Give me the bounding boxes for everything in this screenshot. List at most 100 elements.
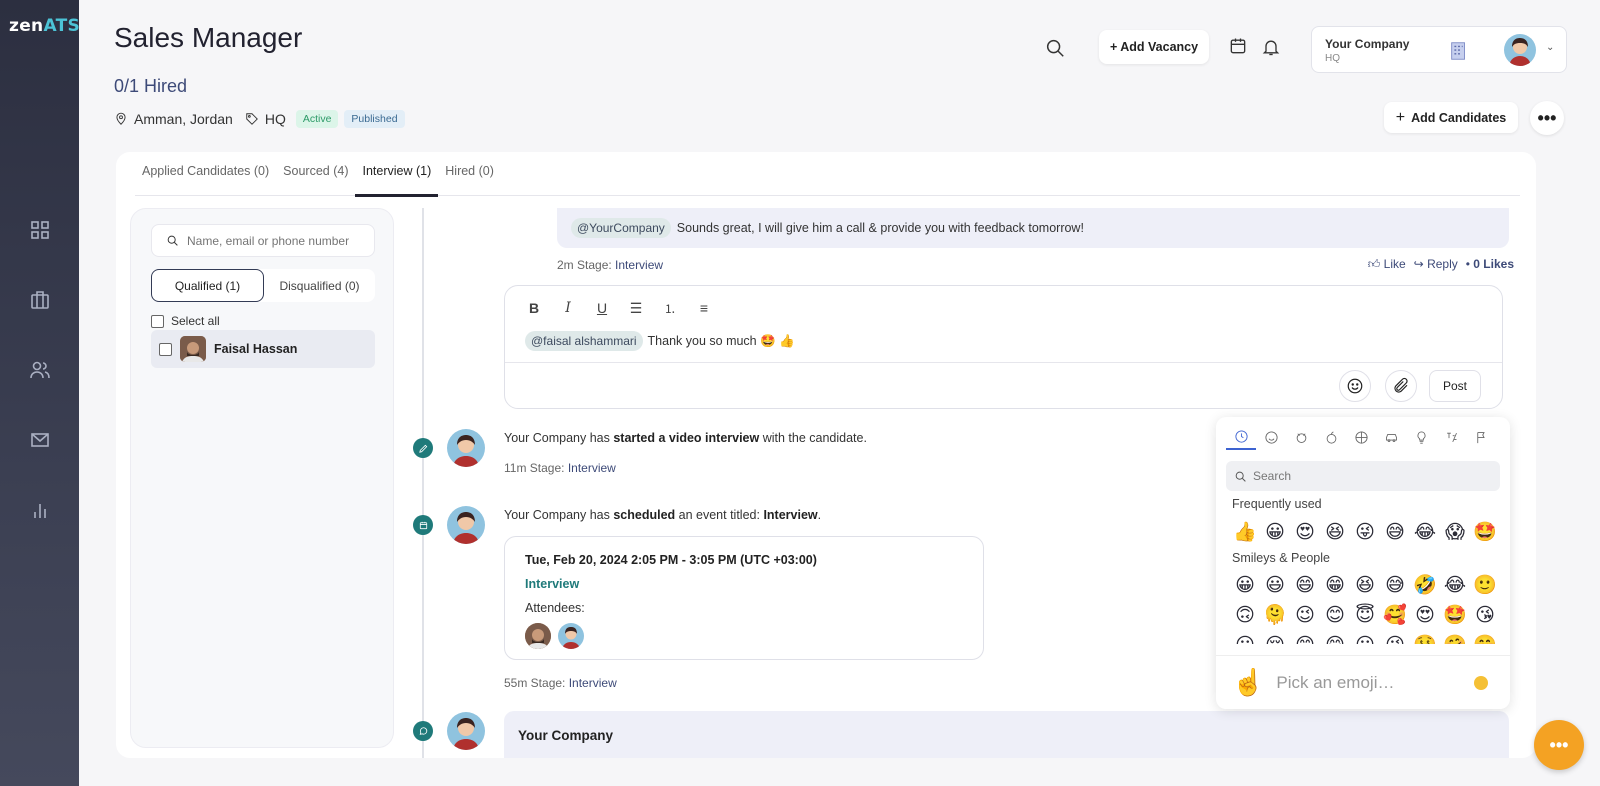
select-all-checkbox[interactable] (151, 314, 164, 328)
emoji-preview: ☝️ Pick an emoji… (1216, 655, 1510, 709)
emoji-option[interactable]: 🤩 (1440, 604, 1470, 626)
underline-icon[interactable]: U (593, 300, 611, 317)
emoji-option[interactable]: 🤣 (1410, 574, 1440, 596)
emoji-option[interactable]: 👍 (1230, 521, 1260, 543)
emoji-option[interactable]: 😇 (1350, 604, 1380, 626)
mail-icon[interactable] (28, 428, 52, 452)
candidate-search[interactable] (151, 224, 375, 257)
qualified-tab[interactable]: Qualified (1) (151, 269, 264, 302)
chat-fab-button[interactable]: ••• (1534, 720, 1584, 770)
tab-applied[interactable]: Applied Candidates (0) (135, 152, 276, 196)
briefcase-icon[interactable] (28, 288, 52, 312)
editor-mention[interactable]: @faisal alshammari (525, 331, 643, 351)
emoji-option[interactable]: 🤩 (1470, 521, 1500, 543)
event-schedule-meta: 55m Stage: Interview (504, 676, 617, 690)
emoji-option[interactable]: 😋 (1320, 634, 1350, 644)
emoji-option[interactable]: 😉 (1290, 604, 1320, 626)
emoji-option[interactable]: 😅 (1380, 521, 1410, 543)
lightbulb-icon[interactable] (1406, 424, 1436, 450)
tab-hired[interactable]: Hired (0) (438, 152, 501, 196)
emoji-button[interactable] (1339, 370, 1371, 402)
car-icon[interactable] (1376, 424, 1406, 450)
food-icon[interactable] (1316, 424, 1346, 450)
reply-meta: 2m Stage: Interview (557, 258, 664, 272)
emoji-option[interactable]: 😘 (1470, 604, 1500, 626)
emoji-option[interactable]: 🫠 (1260, 604, 1290, 626)
skin-tone-selector[interactable] (1474, 676, 1488, 690)
event-card[interactable]: Tue, Feb 20, 2024 2:05 PM - 3:05 PM (UTC… (504, 536, 984, 660)
italic-icon[interactable]: I (559, 300, 577, 317)
emoji-option[interactable]: 🤑 (1410, 634, 1440, 644)
emoji-option[interactable]: 🙂 (1470, 574, 1500, 596)
emoji-option[interactable]: 😆 (1320, 521, 1350, 543)
symbols-icon[interactable] (1436, 424, 1466, 450)
user-avatar[interactable] (1504, 34, 1536, 66)
disqualified-tab[interactable]: Disqualified (0) (264, 269, 375, 302)
emoji-option[interactable]: 😅 (1380, 574, 1410, 596)
emoji-search[interactable]: Search (1226, 461, 1500, 491)
search-icon[interactable] (1044, 37, 1068, 61)
emoji-option[interactable]: 😀 (1260, 521, 1290, 543)
emoji-option[interactable]: 😗 (1230, 634, 1260, 644)
mention-tag[interactable]: @YourCompany (571, 218, 671, 238)
emoji-picker: Search Frequently used 👍 😀 😍 😆 😜 😅 😂 😱 🤩 Smileys… (1216, 417, 1510, 709)
emoji-option[interactable]: 🙃 (1230, 604, 1260, 626)
candidate-search-input[interactable] (187, 233, 367, 248)
flag-icon[interactable] (1466, 424, 1496, 450)
sidebar: zenATS (0, 0, 80, 786)
candidate-checkbox[interactable] (159, 342, 172, 356)
chevron-down-icon[interactable]: ⌄ (1546, 42, 1554, 53)
bullet-list-icon[interactable]: ☰ (627, 300, 645, 317)
emoji-option[interactable]: 😁 (1320, 574, 1350, 596)
numbered-list-icon[interactable]: ⒈ (661, 300, 679, 317)
sports-icon[interactable] (1346, 424, 1376, 450)
emoji-option[interactable]: 😛 (1350, 634, 1380, 644)
emoji-option[interactable]: 🤗 (1440, 634, 1470, 644)
location-pin-icon (114, 112, 128, 126)
emoji-option[interactable]: 😂 (1410, 521, 1440, 543)
tab-interview[interactable]: Interview (1) (355, 152, 439, 197)
users-icon[interactable] (28, 358, 52, 382)
event-title[interactable]: Interview (525, 577, 579, 591)
bold-icon[interactable]: B (525, 300, 543, 317)
post-button[interactable]: Post (1429, 370, 1481, 402)
comment-editor[interactable]: B I U ☰ ⒈ ≡ @faisal alshammari Thank you… (504, 285, 1503, 409)
zenats-logo[interactable]: zenATS (9, 16, 80, 36)
emoji-option[interactable]: 😂 (1440, 574, 1470, 596)
company-switcher[interactable]: Your Company HQ ⌄ (1311, 26, 1567, 73)
emoji-option[interactable]: 😄 (1290, 574, 1320, 596)
reports-icon[interactable] (28, 498, 52, 522)
building-icon (1448, 40, 1470, 62)
attach-button[interactable] (1385, 370, 1417, 402)
emoji-option[interactable]: 😊 (1320, 604, 1350, 626)
smiley-icon[interactable] (1256, 424, 1286, 450)
emoji-option[interactable]: 😍 (1410, 604, 1440, 626)
emoji-option[interactable]: 😍 (1290, 521, 1320, 543)
like-button[interactable]: 👍︎ Like (1368, 257, 1406, 272)
emoji-option[interactable]: 😆 (1350, 574, 1380, 596)
emoji-option[interactable]: 😙 (1290, 634, 1320, 644)
add-candidates-button[interactable]: + Add Candidates (1384, 102, 1518, 133)
editor-content[interactable]: @faisal alshammari Thank you so much 🤩 👍 (525, 331, 795, 351)
emoji-option[interactable]: 😜 (1380, 634, 1410, 644)
animal-icon[interactable] (1286, 424, 1316, 450)
emoji-option[interactable]: 🥰 (1380, 604, 1410, 626)
candidate-row[interactable]: Faisal Hassan (151, 330, 375, 368)
bell-icon[interactable] (1261, 37, 1281, 62)
tab-sourced[interactable]: Sourced (4) (276, 152, 355, 196)
emoji-option[interactable]: 🤭 (1470, 634, 1500, 644)
emoji-option[interactable]: 😀 (1230, 574, 1260, 596)
dashboard-icon[interactable] (28, 218, 52, 242)
recent-icon[interactable] (1226, 424, 1256, 450)
emoji-option[interactable]: 😜 (1350, 521, 1380, 543)
emoji-option[interactable]: 😚 (1260, 634, 1290, 644)
calendar-icon[interactable] (1228, 36, 1248, 61)
reply-button[interactable]: ↪ Reply (1414, 257, 1458, 272)
align-icon[interactable]: ≡ (695, 300, 713, 317)
add-vacancy-button[interactable]: + Add Vacancy (1099, 30, 1209, 64)
emoji-option[interactable]: 😃 (1260, 574, 1290, 596)
format-toolbar: B I U ☰ ⒈ ≡ (525, 300, 713, 317)
more-options-button[interactable]: ••• (1530, 101, 1564, 135)
select-all[interactable]: Select all (151, 314, 220, 328)
emoji-option[interactable]: 😱 (1440, 521, 1470, 543)
